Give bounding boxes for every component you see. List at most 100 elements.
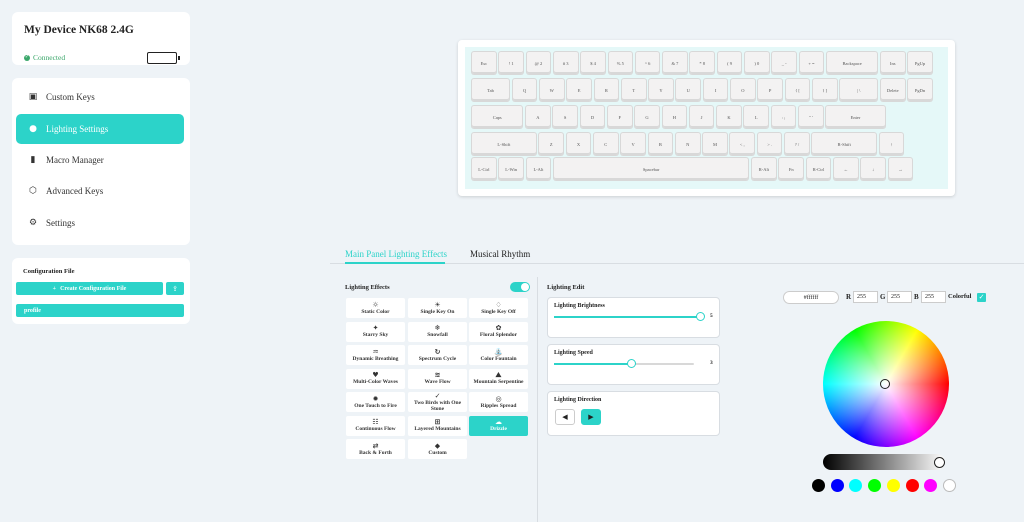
key[interactable]: M — [703, 133, 727, 155]
key[interactable]: R-Shift — [812, 133, 877, 155]
key[interactable]: Enter — [826, 106, 885, 128]
effect-button[interactable]: ⇄ Back & Forth — [346, 439, 405, 459]
color-swatch[interactable] — [886, 479, 900, 492]
key[interactable]: A — [526, 106, 550, 128]
key[interactable]: Backspace — [826, 52, 878, 74]
key[interactable]: ! 1 — [499, 52, 523, 74]
effect-button[interactable]: ☷ Continuous Flow — [346, 415, 405, 436]
b-input[interactable]: 255 — [921, 291, 946, 303]
tab-main-panel[interactable]: Main Panel Lighting Effects — [345, 249, 447, 259]
key[interactable]: _ - — [772, 52, 796, 74]
effect-button[interactable]: ≋ Wave Flow — [408, 368, 467, 389]
key[interactable]: % 5 — [608, 52, 633, 74]
key[interactable]: ← — [833, 158, 858, 180]
key[interactable]: Spacebar — [553, 158, 749, 180]
key[interactable]: Delete — [880, 79, 905, 101]
color-swatch[interactable] — [924, 479, 938, 492]
effect-button[interactable]: ✓ Two Birds with One Stone — [408, 392, 467, 412]
key[interactable]: P — [758, 79, 783, 101]
key[interactable]: & 7 — [663, 52, 687, 74]
hex-input[interactable]: #ffffff — [783, 291, 839, 304]
sidebar-item-settings[interactable]: ⚙ Settings — [16, 208, 184, 238]
key[interactable]: L-Shift — [472, 133, 536, 155]
g-input[interactable]: 255 — [887, 291, 912, 303]
effect-button[interactable]: ✹ One Touch to Fire — [346, 392, 405, 412]
key[interactable]: ) 0 — [745, 52, 769, 74]
speed-slider[interactable] — [554, 359, 694, 368]
key[interactable]: # 3 — [553, 52, 578, 74]
key[interactable]: X — [566, 133, 591, 155]
effect-button[interactable]: ✦ Starry Sky — [346, 321, 405, 342]
key[interactable]: K — [717, 106, 741, 128]
key[interactable]: B — [648, 133, 673, 155]
key[interactable]: I — [703, 79, 728, 101]
effect-button[interactable]: ☀ Single Key On — [408, 298, 467, 318]
key[interactable]: + = — [799, 52, 824, 74]
effect-button[interactable]: ✿ Floral Splendor — [469, 321, 528, 342]
key[interactable]: L-Alt — [526, 158, 551, 180]
key[interactable]: H — [662, 106, 687, 128]
key[interactable]: ? / — [785, 133, 809, 155]
effect-button[interactable]: ♢ Single Key Off — [469, 298, 528, 318]
key[interactable]: " ' — [799, 106, 823, 128]
lightness-thumb[interactable] — [934, 457, 945, 468]
key[interactable]: $ 4 — [581, 52, 605, 74]
key[interactable]: PgUp — [908, 52, 932, 74]
key[interactable]: J — [689, 106, 714, 128]
key[interactable]: Tab — [472, 79, 510, 101]
import-button[interactable]: ⇪ — [166, 282, 184, 295]
brightness-thumb[interactable] — [696, 312, 705, 321]
effect-button[interactable]: ⛲ Color Fountain — [469, 345, 528, 365]
key[interactable]: } ] — [812, 79, 837, 101]
tab-musical-rhythm[interactable]: Musical Rhythm — [470, 249, 530, 259]
color-swatch[interactable] — [812, 479, 825, 492]
color-wheel-thumb[interactable] — [880, 379, 890, 389]
key[interactable]: Esc — [472, 52, 496, 74]
r-input[interactable]: 255 — [853, 291, 878, 303]
effect-button[interactable]: ⬥ Custom — [408, 439, 467, 459]
effect-button[interactable]: ♥ Multi-Color Waves — [346, 368, 405, 389]
direction-right-button[interactable]: ▶ — [581, 409, 601, 425]
color-swatch[interactable] — [849, 479, 863, 492]
key[interactable]: : ; — [771, 106, 796, 128]
key[interactable]: PgDn — [908, 79, 932, 101]
key[interactable]: W — [539, 79, 564, 101]
key[interactable]: Q — [512, 79, 537, 101]
lightness-slider[interactable] — [823, 454, 945, 470]
key[interactable]: D — [580, 106, 605, 128]
key[interactable]: V — [621, 133, 645, 155]
color-swatch[interactable] — [868, 479, 882, 492]
key[interactable]: → — [888, 158, 913, 180]
color-swatch[interactable] — [905, 479, 919, 492]
key[interactable]: ↓ — [861, 158, 885, 180]
key[interactable]: T — [621, 79, 646, 101]
effect-button[interactable]: ❄ Snowfall — [408, 321, 467, 342]
key[interactable]: > . — [757, 133, 782, 155]
effect-button[interactable]: ◎ Ripples Spread — [469, 392, 528, 412]
sidebar-item-macro-manager[interactable]: ▮ Macro Manager — [16, 145, 184, 175]
key[interactable]: @ 2 — [526, 52, 551, 74]
key[interactable]: R-Ctrl — [806, 158, 831, 180]
key[interactable]: R — [594, 79, 619, 101]
effect-button[interactable]: ☼ Static Color — [346, 298, 405, 318]
key[interactable]: ↑ — [879, 133, 904, 155]
key[interactable]: Ins — [880, 52, 905, 74]
key[interactable]: N — [675, 133, 700, 155]
key[interactable]: Caps — [472, 106, 523, 128]
key[interactable]: < , — [730, 133, 755, 155]
key[interactable]: U — [676, 79, 701, 101]
key[interactable]: L — [744, 106, 769, 128]
direction-left-button[interactable]: ◀ — [555, 409, 575, 425]
color-swatch[interactable] — [942, 479, 956, 492]
sidebar-item-lighting-settings[interactable]: ● Lighting Settings — [16, 114, 184, 144]
create-config-button[interactable]: + Create Configuration File — [16, 282, 163, 295]
effect-button[interactable]: ☁ Drizzle — [469, 415, 528, 436]
speed-thumb[interactable] — [627, 359, 636, 368]
key[interactable]: ^ 6 — [635, 52, 660, 74]
lighting-toggle[interactable] — [510, 282, 530, 292]
key[interactable]: Fn — [779, 158, 804, 180]
key[interactable]: F — [607, 106, 632, 128]
effect-button[interactable]: ↻ Spectrum Cycle — [408, 345, 467, 365]
effect-button[interactable]: ♒ Dynamic Breathing — [346, 345, 405, 365]
key[interactable]: O — [731, 79, 755, 101]
